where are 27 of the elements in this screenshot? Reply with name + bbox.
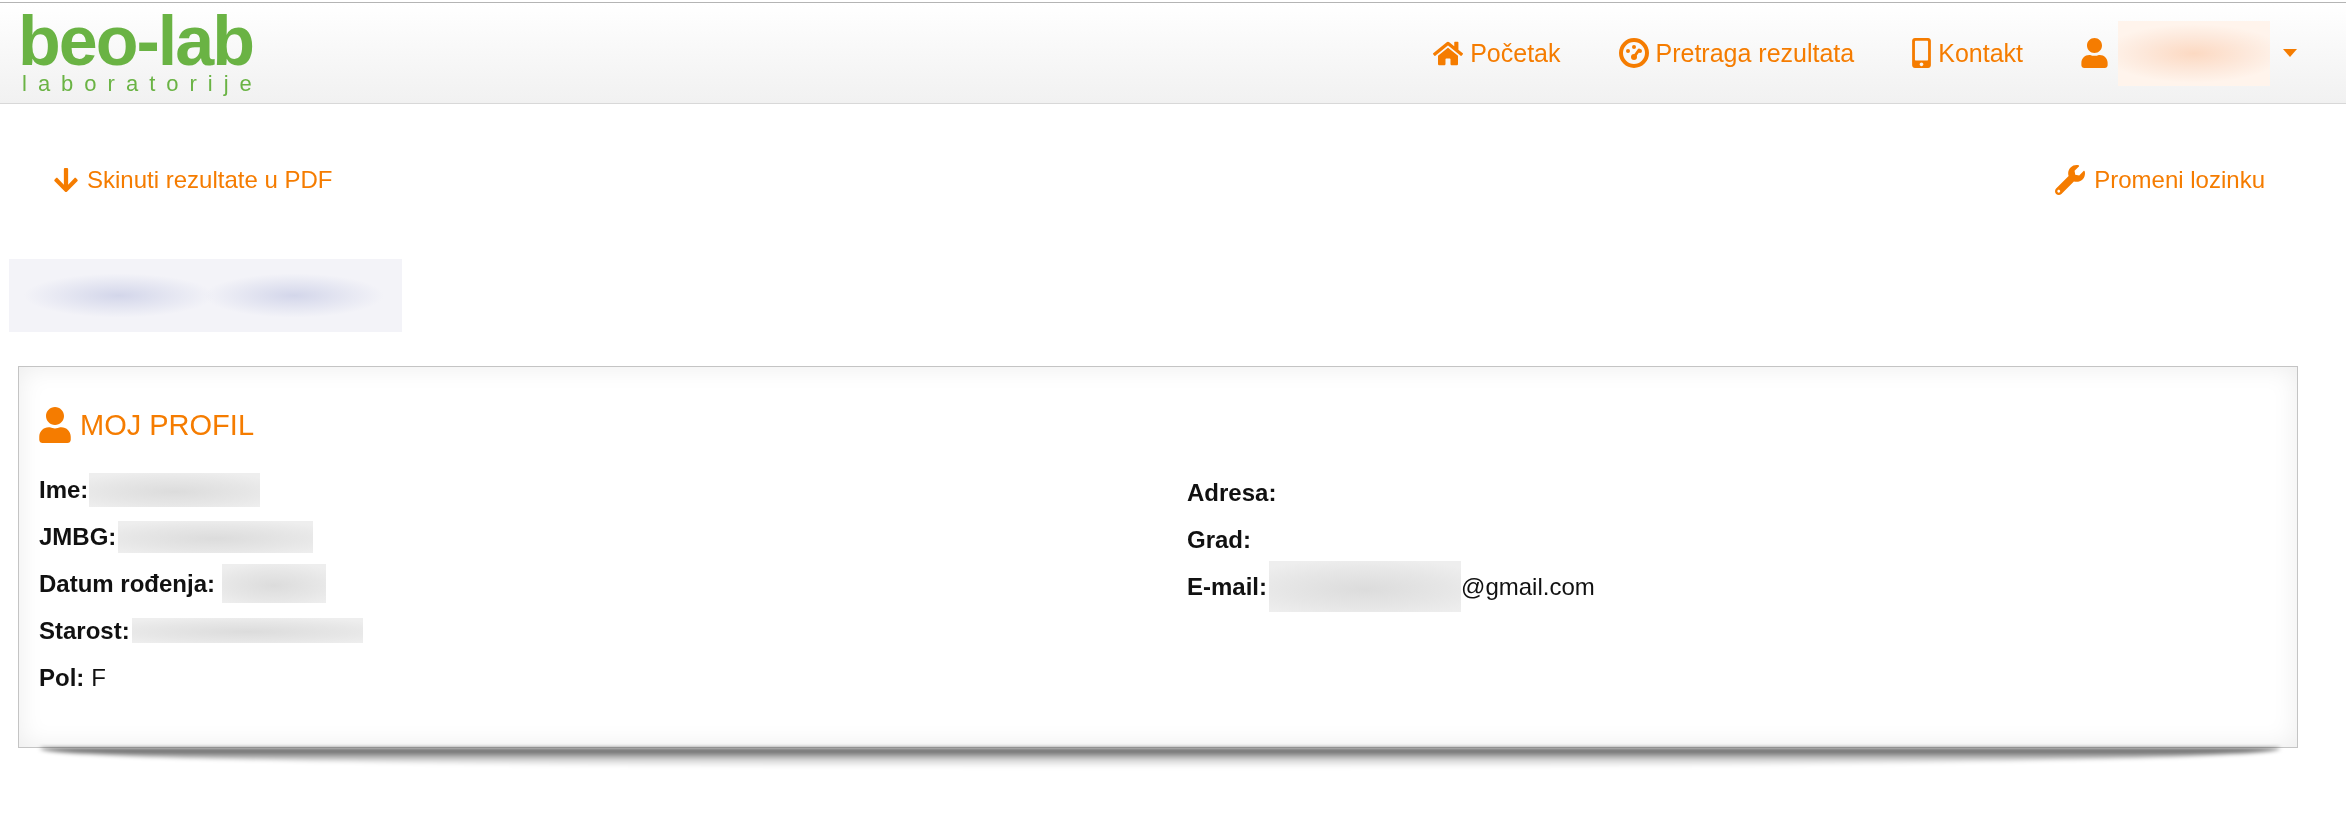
- field-label: Starost:: [39, 616, 130, 645]
- phone-icon: [1912, 38, 1932, 68]
- arrow-down-icon: [54, 166, 78, 194]
- home-icon: [1433, 39, 1464, 67]
- user-icon: [2081, 38, 2108, 68]
- field-label: Adresa:: [1187, 478, 1277, 507]
- field-value: @gmail.com: [1461, 572, 1595, 601]
- gauge-icon: [1618, 38, 1649, 68]
- field-value: F: [91, 663, 106, 692]
- download-link[interactable]: Skinuti rezultate u PDF: [54, 165, 333, 195]
- field-label: Datum rođenja:: [39, 569, 215, 598]
- logo-tagline: laboratorije: [21, 72, 263, 96]
- nav-link[interactable]: Pretraga rezultata: [1618, 38, 1855, 68]
- field-label: JMBG:: [39, 522, 117, 551]
- field-label: Grad:: [1187, 525, 1251, 554]
- change-password-link[interactable]: Promeni lozinku: [2055, 165, 2265, 195]
- field-label: Ime:: [39, 475, 89, 504]
- caret-icon: [2283, 49, 2297, 57]
- user-menu-button[interactable]: [2081, 20, 2297, 86]
- logo-wordmark: beo-lab: [18, 10, 253, 72]
- field-label: E-mail:: [1187, 572, 1267, 601]
- nav-link[interactable]: Kontakt: [1912, 38, 2023, 68]
- user-icon: [39, 407, 71, 443]
- card-title: MOJ PROFIL: [80, 408, 254, 443]
- nav-link[interactable]: Početak: [1433, 38, 1561, 68]
- field-label: Pol:: [39, 663, 85, 692]
- wrench-icon: [2055, 165, 2086, 195]
